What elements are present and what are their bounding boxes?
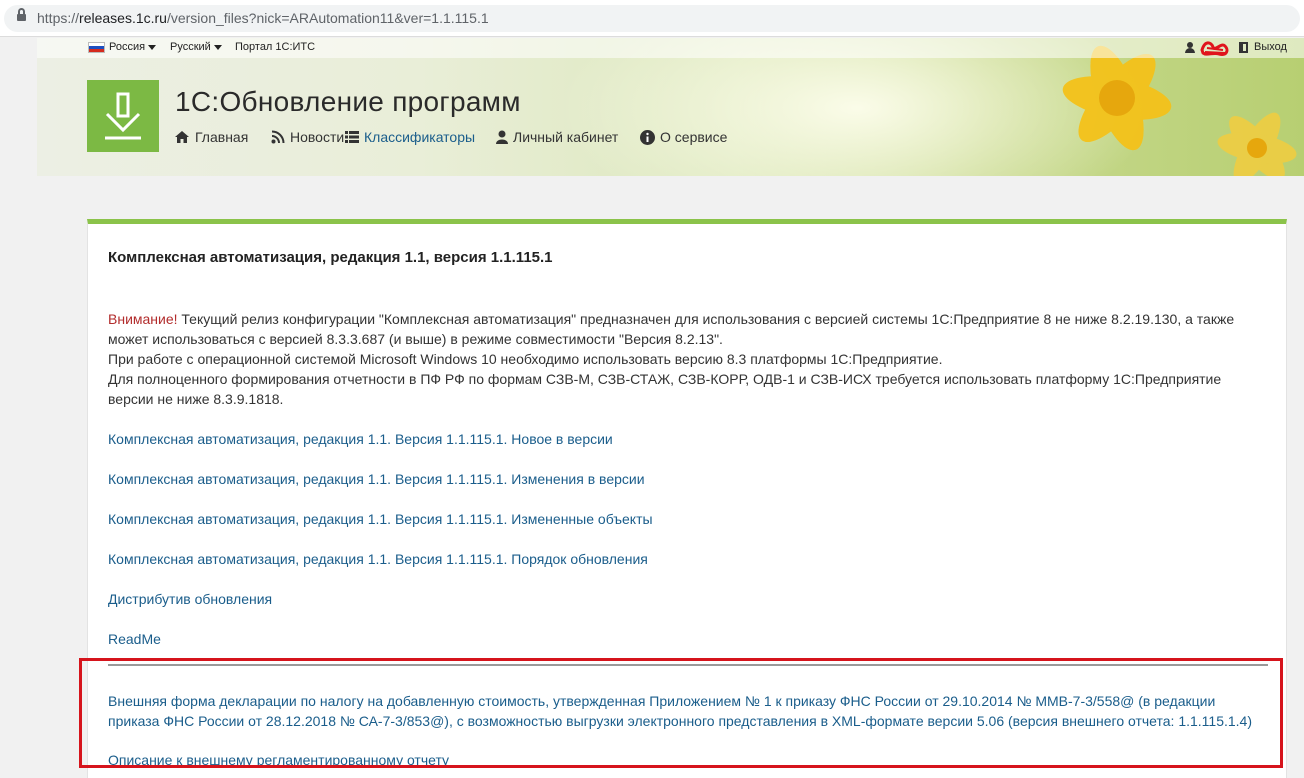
chevron-down-icon xyxy=(148,44,157,50)
logout-link[interactable]: Выход xyxy=(1254,41,1287,53)
link-external-vat-form[interactable]: Внешняя форма декларации по налогу на до… xyxy=(108,691,1268,731)
nav-account-label: Личный кабинет xyxy=(513,129,619,145)
chevron-down-icon xyxy=(213,44,222,50)
link-external-report-description[interactable]: Описание к внешнему регламентированному … xyxy=(108,752,449,768)
rss-icon xyxy=(271,130,285,144)
user-icon xyxy=(496,130,508,144)
home-icon xyxy=(175,131,189,143)
url-text[interactable]: https://releases.1c.ru/version_files?nic… xyxy=(37,10,489,26)
site-header: Россия Русский Портал 1С:ИТС Выход 1С:Об… xyxy=(37,38,1304,176)
site-title[interactable]: 1С:Обновление программ xyxy=(175,86,521,118)
nav-classifiers[interactable]: Классификаторы xyxy=(345,129,475,145)
nav-about-label: О сервисе xyxy=(660,129,728,145)
nav-account[interactable]: Личный кабинет xyxy=(496,129,618,145)
language-dropdown[interactable]: Русский xyxy=(170,41,222,53)
notice-line-1: Текущий релиз конфигурации "Комплексная … xyxy=(108,311,1235,347)
release-notice: Внимание! Текущий релиз конфигурации "Ко… xyxy=(108,309,1258,409)
notice-line-2: При работе с операционной системой Micro… xyxy=(108,351,943,367)
link-distribution[interactable]: Дистрибутив обновления xyxy=(108,591,272,607)
list-icon xyxy=(345,131,359,143)
nav-news-label: Новости xyxy=(290,129,345,145)
portal-link[interactable]: Портал 1С:ИТС xyxy=(235,41,315,53)
nav-about[interactable]: О сервисе xyxy=(640,129,727,145)
link-changed-objects[interactable]: Комплексная автоматизация, редакция 1.1.… xyxy=(108,511,653,527)
russia-flag-icon xyxy=(88,42,105,53)
download-logo-icon[interactable] xyxy=(87,80,159,152)
warning-label: Внимание! xyxy=(108,311,178,327)
redacted-username-scribble xyxy=(1200,41,1229,56)
region-dropdown[interactable]: Россия xyxy=(109,41,157,53)
lock-icon[interactable] xyxy=(17,8,26,22)
flower-banner-image xyxy=(1062,45,1297,176)
release-title: Комплексная автоматизация, редакция 1.1,… xyxy=(108,249,553,266)
nav-news[interactable]: Новости xyxy=(271,129,344,145)
release-card: Комплексная автоматизация, редакция 1.1,… xyxy=(87,219,1287,778)
link-update-procedure[interactable]: Комплексная автоматизация, редакция 1.1.… xyxy=(108,551,648,567)
link-whats-new[interactable]: Комплексная автоматизация, редакция 1.1.… xyxy=(108,431,613,447)
user-account-icon[interactable] xyxy=(1185,42,1195,53)
nav-classifiers-label: Классификаторы xyxy=(364,129,476,145)
address-bar: https://releases.1c.ru/version_files?nic… xyxy=(0,0,1304,37)
link-changes[interactable]: Комплексная автоматизация, редакция 1.1.… xyxy=(108,471,645,487)
top-strip xyxy=(37,38,1304,58)
notice-line-3: Для полноценного формирования отчетности… xyxy=(108,371,1222,407)
nav-home-label: Главная xyxy=(195,129,249,145)
nav-home[interactable]: Главная xyxy=(174,129,248,145)
info-icon xyxy=(640,129,655,145)
link-readme[interactable]: ReadMe xyxy=(108,631,161,647)
logout-icon[interactable] xyxy=(1239,42,1248,53)
divider xyxy=(108,664,1268,666)
